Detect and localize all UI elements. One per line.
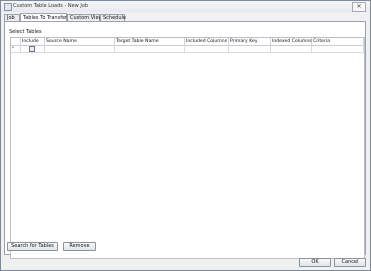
included-columns-cell[interactable]: [185, 45, 229, 52]
tab-schedule[interactable]: Schedule: [100, 14, 126, 21]
new-row-indicator: *: [11, 45, 21, 52]
column-header-included-columns[interactable]: Included Columns: [185, 38, 229, 45]
row-header-spacer: [11, 38, 21, 45]
close-button[interactable]: ✕: [352, 2, 366, 12]
remove-button[interactable]: Remove: [63, 242, 96, 251]
include-cell[interactable]: [21, 45, 45, 52]
include-checkbox[interactable]: [29, 46, 35, 52]
column-header-criteria[interactable]: Criteria: [312, 38, 364, 45]
cancel-button[interactable]: Cancel: [334, 258, 366, 267]
target-table-name-cell[interactable]: [115, 45, 185, 52]
app-icon: [4, 3, 12, 11]
tables-to-transfer-panel: Select Tables Include Source Name Target…: [4, 21, 366, 259]
column-header-source-name[interactable]: Source Name: [45, 38, 115, 45]
dialog-window: Custom Table Loads - New Job ✕ Job Table…: [0, 0, 371, 271]
column-header-target-table-name[interactable]: Target Table Name: [115, 38, 185, 45]
tab-custom-views[interactable]: Custom Views: [67, 14, 105, 21]
column-header-include[interactable]: Include: [21, 38, 45, 45]
column-header-indexed-columns[interactable]: Indexed Columns: [271, 38, 312, 45]
window-title: Custom Table Loads - New Job: [13, 3, 89, 9]
tab-job[interactable]: Job: [4, 14, 20, 21]
title-bar: Custom Table Loads - New Job ✕: [1, 1, 370, 12]
search-for-tables-button[interactable]: Search for Tables: [7, 242, 58, 251]
source-name-cell[interactable]: [45, 45, 115, 52]
indexed-columns-cell[interactable]: [271, 45, 312, 52]
criteria-cell[interactable]: [312, 45, 364, 52]
table-row[interactable]: *: [11, 45, 364, 53]
close-icon: ✕: [356, 3, 362, 10]
column-header-primary-key[interactable]: Primary Key: [229, 38, 271, 45]
ok-button[interactable]: OK: [299, 258, 331, 267]
primary-key-cell[interactable]: [229, 45, 271, 52]
tables-grid[interactable]: Include Source Name Target Table Name In…: [10, 37, 365, 259]
select-tables-label: Select Tables: [9, 29, 42, 35]
